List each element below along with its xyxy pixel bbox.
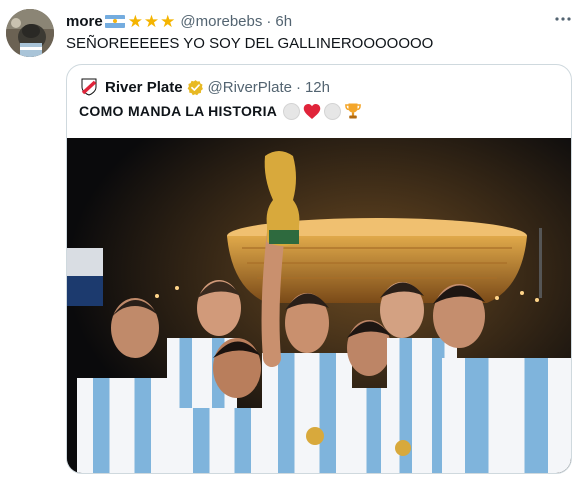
quoted-tweet[interactable]: River Plate @RiverPlate · 12h COMO MANDA…	[66, 64, 572, 474]
separator: ·	[266, 12, 272, 30]
red-heart-icon	[303, 103, 321, 120]
white-circle-icon	[324, 102, 342, 120]
tweet-photo[interactable]	[67, 138, 571, 473]
argentina-flag-icon	[104, 14, 125, 28]
verified-badge-icon	[187, 79, 204, 96]
photo-image	[67, 138, 571, 473]
avatar-image	[6, 9, 54, 57]
tweet[interactable]: more ★★★ @morebebs · 6h SEÑOREEEEES YO S…	[0, 0, 581, 484]
quoted-display-name[interactable]: River Plate	[105, 79, 183, 96]
timestamp[interactable]: 6h	[275, 13, 292, 30]
quoted-handle[interactable]: @RiverPlate	[208, 79, 292, 96]
trophy-icon	[344, 102, 362, 120]
quoted-tweet-header: River Plate @RiverPlate · 12h	[81, 77, 330, 97]
quoted-separator: ·	[295, 78, 301, 96]
avatar[interactable]	[6, 9, 54, 57]
tweet-text: SEÑOREEEEES YO SOY DEL GALLINEROOOOOOO	[66, 35, 434, 52]
more-horizontal-icon[interactable]	[552, 8, 574, 30]
white-circle-icon	[283, 102, 301, 120]
river-plate-logo-icon	[81, 78, 97, 96]
quoted-timestamp[interactable]: 12h	[305, 79, 330, 96]
tweet-header: more ★★★ @morebebs · 6h	[66, 11, 292, 31]
quoted-tweet-text-row: COMO MANDA LA HISTORIA	[79, 101, 362, 121]
display-name[interactable]: more	[66, 13, 103, 30]
star-icon: ★★★	[127, 11, 177, 31]
quoted-tweet-text: COMO MANDA LA HISTORIA	[79, 103, 278, 119]
handle[interactable]: @morebebs	[180, 13, 262, 30]
emoji-row	[283, 102, 362, 120]
